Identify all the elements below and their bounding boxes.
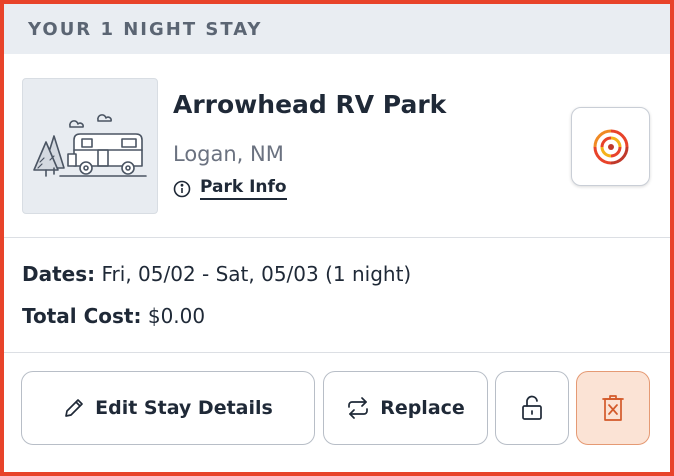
stay-actions: Edit Stay Details Replace [4,353,670,472]
dates-row: Dates: Fri, 05/02 - Sat, 05/03 (1 night) [22,262,411,286]
edit-stay-details-button[interactable]: Edit Stay Details [21,371,315,445]
stay-card: YOUR 1 NIGHT STAY Arrowhead RV Park Loga… [0,0,674,476]
unlock-button[interactable] [495,371,569,445]
park-thumbnail [22,78,158,214]
delete-stay-button[interactable] [576,371,650,445]
edit-stay-details-label: Edit Stay Details [95,397,273,419]
dates-value: Fri, 05/02 - Sat, 05/03 (1 night) [101,262,412,286]
park-info-link[interactable]: Park Info [173,177,287,200]
rv-park-illustration-icon [33,114,147,177]
dates-label: Dates: [22,262,96,286]
stay-details: Dates: Fri, 05/02 - Sat, 05/03 (1 night)… [4,238,670,353]
stay-header: YOUR 1 NIGHT STAY [4,4,670,54]
park-info-label: Park Info [200,177,287,200]
stay-header-title: YOUR 1 NIGHT STAY [28,18,263,40]
replace-button[interactable]: Replace [323,371,488,445]
cost-label: Total Cost: [22,304,142,328]
target-icon [593,129,628,164]
park-location: Logan, NM [173,142,284,166]
park-section: Arrowhead RV Park Logan, NM Park Info [4,54,670,238]
locate-park-button[interactable] [571,107,650,186]
park-name: Arrowhead RV Park [173,90,447,119]
unlock-icon [522,395,542,420]
cost-value: $0.00 [147,304,206,328]
cost-row: Total Cost: $0.00 [22,304,205,328]
swap-arrows-icon [348,397,369,419]
pencil-icon [65,399,83,417]
trash-icon [602,395,624,421]
replace-label: Replace [380,397,465,419]
info-icon [173,180,191,197]
